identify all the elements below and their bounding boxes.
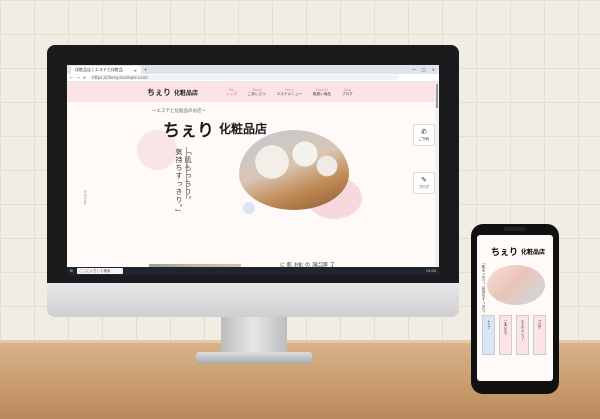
nav-jp-label: 取扱い商品 <box>312 91 331 96</box>
hero-logo: ちぇり 化粧品店 <box>163 116 267 141</box>
site-header: ちぇり 化粧品店 Top トップ About ごあいさつ Menu エステメニュ… <box>67 82 439 102</box>
vertical-divider <box>186 147 187 199</box>
desktop-monitor: 化粧品店 | エステと化粧品 × + — □ × ← → ⟳ https://c… <box>47 45 459 310</box>
monitor-chin <box>47 283 459 317</box>
reservation-button[interactable]: ✆ ご予約 <box>413 124 435 146</box>
hero-logo-name: 化粧品店 <box>219 122 268 136</box>
phone-logo-mark: ちぇり <box>491 248 519 258</box>
phone-notch <box>504 227 526 231</box>
url-field[interactable]: https://cheiry.example.com/ <box>89 75 399 80</box>
close-window-button[interactable]: × <box>432 67 435 72</box>
blog-side-button[interactable]: ✎ ブログ <box>413 172 435 194</box>
scroll-indicator[interactable]: SCROLL <box>83 190 87 205</box>
scrollbar-thumb[interactable] <box>436 84 438 108</box>
nav-item-product[interactable]: Product 取扱い商品 <box>313 88 331 97</box>
nav-item-about[interactable]: About ごあいさつ <box>248 88 266 97</box>
phone-catchcopy: 「肌もっちり。気持ちすっきり。」 <box>482 261 486 319</box>
logo-name: 化粧品店 <box>174 89 199 97</box>
url-text: https://cheiry.example.com/ <box>92 75 148 80</box>
phone-card-top[interactable]: トップ <box>482 315 495 355</box>
edit-icon: ✎ <box>421 175 427 184</box>
nav-jp-label: トップ <box>226 91 237 96</box>
global-nav: Top トップ About ごあいさつ Menu エステメニュー Product… <box>226 88 353 97</box>
windows-start-icon[interactable]: ⊞ <box>70 269 73 273</box>
taskbar-search-input[interactable]: ここに入力して検索 <box>76 268 123 274</box>
maximize-button[interactable]: □ <box>422 67 426 72</box>
catch-line-2: 気持ちすっきり。」 <box>175 148 183 217</box>
nav-item-menu[interactable]: Menu エステメニュー <box>277 88 302 97</box>
page-scrollbar[interactable] <box>435 82 439 267</box>
site-tagline: 〜エステと化粧品のお店〜 <box>152 109 206 114</box>
header-logo[interactable]: ちぇり 化粧品店 <box>147 87 198 98</box>
reservation-label: ご予約 <box>418 136 430 141</box>
forward-button[interactable]: → <box>76 75 79 80</box>
minimize-button[interactable]: — <box>412 67 416 72</box>
phone-logo[interactable]: ちぇり 化粧品店 <box>491 245 545 258</box>
nav-jp-label: ブログ <box>341 91 353 96</box>
phone-card-blog[interactable]: ブログ <box>533 315 546 355</box>
monitor-stand-base <box>196 352 312 364</box>
nav-jp-label: ごあいさつ <box>247 91 266 96</box>
phone-icon: ✆ <box>421 127 427 136</box>
monitor-screen: 化粧品店 | エステと化粧品 × + — □ × ← → ⟳ https://c… <box>67 65 439 275</box>
browser-address-bar: ← → ⟳ https://cheiry.example.com/ <box>67 74 439 82</box>
back-button[interactable]: ← <box>70 75 73 80</box>
decorative-blue-dot <box>243 202 255 214</box>
phone-hero-photo <box>487 265 545 305</box>
window-controls: — □ × <box>412 67 439 72</box>
browser-tab-bar: 化粧品店 | エステと化粧品 × + — □ × <box>67 65 439 74</box>
logo-mark: ちぇり <box>147 86 171 97</box>
browser-tab[interactable]: 化粧品店 | エステと化粧品 × <box>71 66 141 74</box>
monitor-stand-neck <box>221 317 287 355</box>
nav-item-blog[interactable]: Blog ブログ <box>342 88 353 97</box>
hero-product-photo <box>239 130 349 210</box>
tab-title: 化粧品店 | エステと化粧品 <box>75 67 123 72</box>
new-tab-button[interactable]: + <box>144 67 147 72</box>
nav-item-top[interactable]: Top トップ <box>226 88 237 97</box>
tab-close-icon[interactable]: × <box>134 68 137 73</box>
hero-catchcopy: 「肌もっちり。 気持ちすっきり。」 <box>174 148 192 217</box>
phone-card-about[interactable]: ごあいさつ <box>499 315 512 355</box>
website-page: ちぇり 化粧品店 Top トップ About ごあいさつ Menu エステメニュ… <box>67 82 439 267</box>
hero-logo-mark: ちぇり <box>163 121 214 141</box>
phone-screen: ちぇり 化粧品店 「肌もっちり。気持ちすっきり。」 トップ ごあいさつ エステメ… <box>477 235 553 381</box>
smartphone: ちぇり 化粧品店 「肌もっちり。気持ちすっきり。」 トップ ごあいさつ エステメ… <box>471 224 559 394</box>
search-placeholder: ここに入力して検索 <box>78 268 111 273</box>
reload-button[interactable]: ⟳ <box>83 75 86 80</box>
phone-logo-name: 化粧品店 <box>521 249 546 256</box>
phone-card-menu[interactable]: エステメニュー <box>516 315 529 355</box>
os-taskbar: ⊞ ここに入力して検索 13:00 <box>67 267 439 275</box>
blog-side-label: ブログ <box>418 184 430 189</box>
nav-jp-label: エステメニュー <box>276 91 302 96</box>
taskbar-clock: 13:00 <box>425 269 436 273</box>
